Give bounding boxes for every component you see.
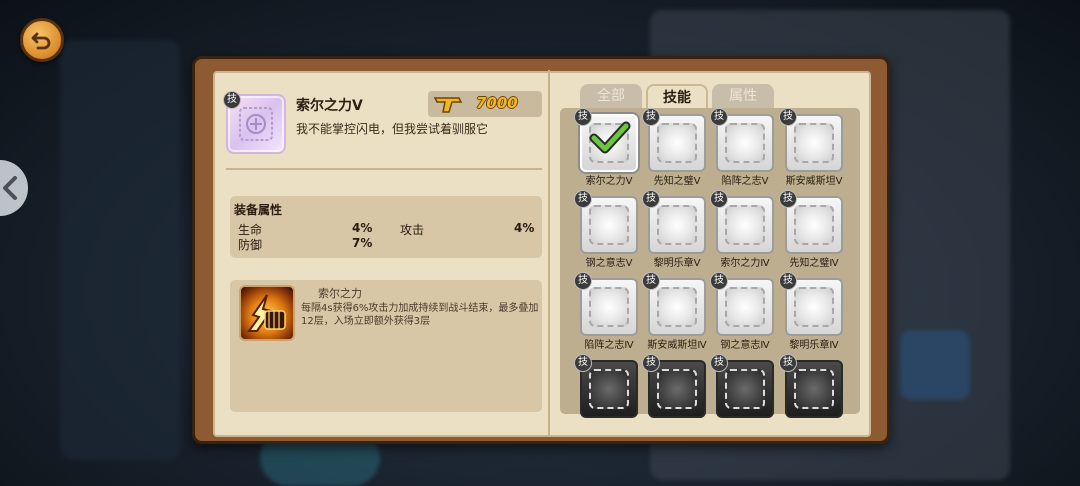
skill-tag-badge: 技 (574, 354, 592, 372)
skill-slot[interactable]: 技钢之意志Ⅴ (574, 190, 638, 269)
skill-tag-badge: 技 (710, 354, 728, 372)
slot-label: 陷阵之志Ⅳ (584, 340, 634, 351)
item-description: 我不能掌控闪电，但我尝试着驯服它 (296, 122, 489, 136)
panel-divider (548, 70, 550, 436)
skill-slot[interactable]: 技黎明乐章Ⅳ (779, 272, 843, 351)
skill-tag-badge: 技 (779, 354, 797, 372)
skill-tag-badge: 技 (642, 190, 660, 208)
slot-label: 钢之意志Ⅳ (720, 340, 770, 351)
stat-label: 防御 (238, 238, 263, 252)
slot-label: 先知之璧Ⅴ (653, 176, 701, 187)
stat-label: 攻击 (400, 223, 425, 237)
skill-slot[interactable]: 技 (574, 354, 638, 418)
rune-icon (725, 205, 765, 245)
tab-all[interactable]: 全部 (580, 84, 642, 108)
skill-tag-badge: 技 (642, 354, 660, 372)
skill-tag-badge: 技 (779, 190, 797, 208)
rune-icon (725, 369, 765, 409)
slot-label: 索尔之力Ⅳ (720, 258, 770, 269)
skill-icon (239, 285, 295, 341)
skill-tag-badge: 技 (642, 272, 660, 290)
skill-tag-badge: 技 (779, 108, 797, 126)
item-icon: 技 (223, 91, 286, 154)
rune-icon (794, 205, 834, 245)
item-title: 索尔之力Ⅴ (296, 98, 363, 114)
skill-slot[interactable]: 技钢之意志Ⅳ (710, 272, 774, 351)
slot-label: 索尔之力Ⅴ (585, 176, 633, 187)
rune-icon (657, 287, 697, 327)
skill-name: 索尔之力 (318, 287, 362, 300)
skill-tag-badge: 技 (642, 108, 660, 126)
skill-slot[interactable]: 技 (710, 354, 774, 418)
rune-icon (794, 287, 834, 327)
background-scene (900, 330, 970, 400)
stat-value: 4% (514, 221, 535, 235)
back-button[interactable] (20, 18, 64, 62)
skill-slot[interactable]: 技 (779, 354, 843, 418)
skill-description: 每隔4s获得6%攻击力加成持续到战斗结束，最多叠加12层，入场立即额外获得3层 (301, 303, 539, 327)
rune-icon (589, 205, 629, 245)
rune-icon (657, 123, 697, 163)
stat-value: 4% (352, 221, 373, 235)
skill-slot[interactable]: 技 (642, 354, 706, 418)
skill-slot[interactable]: 技索尔之力Ⅴ (574, 108, 638, 187)
rune-icon (794, 123, 834, 163)
slot-label: 陷阵之志Ⅴ (721, 176, 769, 187)
price-box: 7000 (428, 91, 542, 117)
rune-icon (657, 205, 697, 245)
slot-label: 斯安威斯坦Ⅴ (785, 176, 843, 187)
rune-icon (657, 369, 697, 409)
slot-label: 斯安威斯坦Ⅳ (647, 340, 707, 351)
skill-tag-badge: 技 (574, 272, 592, 290)
previous-page-button[interactable] (0, 160, 28, 216)
rune-icon (725, 287, 765, 327)
skill-slot[interactable]: 技斯安威斯坦Ⅴ (779, 108, 843, 187)
skill-slot[interactable]: 技陷阵之志Ⅴ (710, 108, 774, 187)
lightning-fist-icon (247, 294, 286, 332)
slot-label: 黎明乐章Ⅳ (789, 340, 839, 351)
skill-slot[interactable]: 技陷阵之志Ⅳ (574, 272, 638, 351)
skill-tag-badge: 技 (710, 272, 728, 290)
tab-skills[interactable]: 技能 (646, 84, 708, 108)
stats-header: 装备属性 (234, 203, 283, 217)
skill-tag-badge: 技 (710, 190, 728, 208)
skill-tag-badge: 技 (574, 190, 592, 208)
skill-tag-badge: 技 (223, 91, 241, 109)
skill-slot[interactable]: 技斯安威斯坦Ⅳ (642, 272, 707, 351)
skill-tag-badge: 技 (710, 108, 728, 126)
skill-slot[interactable]: 技黎明乐章Ⅴ (642, 190, 706, 269)
skill-slot[interactable]: 技先知之璧Ⅳ (779, 190, 843, 269)
tab-attributes[interactable]: 属性 (712, 84, 774, 108)
slot-label: 黎明乐章Ⅴ (653, 258, 701, 269)
stat-value: 7% (352, 236, 373, 250)
price-value: 7000 (476, 94, 518, 112)
chevron-left-icon (3, 176, 17, 200)
skill-slot[interactable]: 技索尔之力Ⅳ (710, 190, 774, 269)
skill-tag-badge: 技 (779, 272, 797, 290)
rune-icon (589, 369, 629, 409)
skill-slot[interactable]: 技先知之璧Ⅴ (642, 108, 706, 187)
background-scene (60, 40, 180, 460)
checkmark-icon (589, 121, 631, 154)
gun-icon (433, 97, 463, 113)
rune-icon (725, 123, 765, 163)
slot-label: 钢之意志Ⅴ (585, 258, 633, 269)
back-arrow-icon (31, 32, 51, 50)
header-separator (226, 168, 542, 170)
rune-icon (589, 287, 629, 327)
slot-label: 先知之璧Ⅳ (789, 258, 839, 269)
skill-tag-badge: 技 (574, 108, 592, 126)
rune-icon (794, 369, 834, 409)
